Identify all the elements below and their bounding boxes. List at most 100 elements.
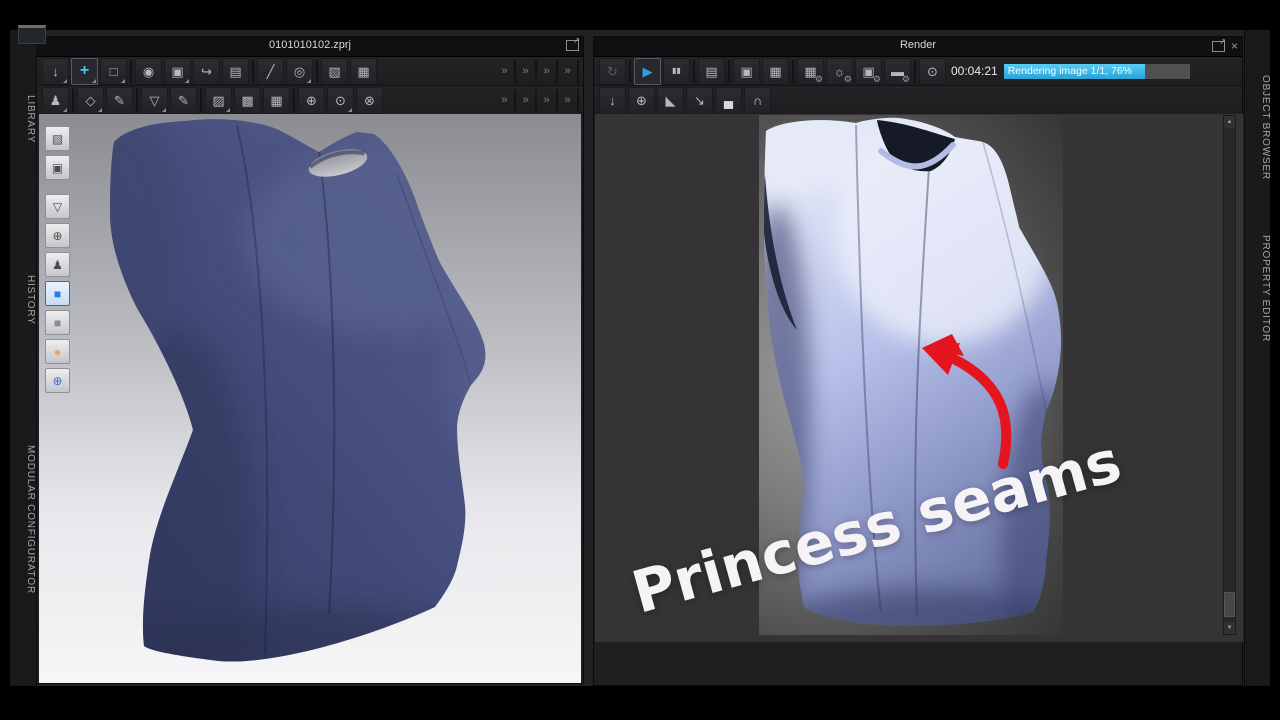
globe-pin-tool[interactable]: ◎ bbox=[286, 57, 313, 85]
sidebar-tab-property-editor[interactable]: PROPERTY EDITOR bbox=[1245, 235, 1271, 342]
toolbar-divider bbox=[693, 59, 695, 83]
avatar-tool[interactable]: ♟ bbox=[42, 86, 69, 114]
toolbar-overflow-chevron[interactable]: » bbox=[516, 59, 537, 83]
button-lock-tool[interactable]: ⊗ bbox=[356, 86, 383, 114]
sidebar-tab-library[interactable]: LIBRARY bbox=[10, 95, 36, 143]
scroll-up-icon[interactable]: ▲ bbox=[1224, 116, 1235, 128]
render-vertical-scrollbar[interactable]: ▲ ▼ bbox=[1223, 115, 1236, 635]
toolbar-divider bbox=[629, 59, 631, 83]
light-rays-button[interactable]: ↘ bbox=[686, 86, 713, 114]
buttonhole-tool[interactable]: ⊙ bbox=[327, 86, 354, 114]
toolbar-overflow-chevron[interactable]: » bbox=[558, 59, 579, 83]
toolbar-overflow-chevron[interactable]: » bbox=[537, 88, 558, 112]
mesh-surface-toggle[interactable]: ■ bbox=[45, 310, 70, 335]
corner-dropdown-marker bbox=[226, 107, 230, 112]
dome-light-button[interactable]: ∩ bbox=[744, 86, 771, 114]
show-garment-toggle[interactable]: ▽ bbox=[45, 194, 70, 219]
attach-pin-tool[interactable]: ▨ bbox=[205, 86, 232, 114]
toolbar-divider bbox=[136, 88, 138, 112]
simulate-tool[interactable]: ↓ bbox=[42, 57, 69, 85]
toolbar-divider bbox=[72, 88, 74, 112]
toolbar-overflow-chevron[interactable]: » bbox=[495, 59, 516, 83]
docked-window-icon[interactable] bbox=[18, 25, 46, 44]
close-icon[interactable]: × bbox=[1231, 40, 1238, 52]
render-pause-button[interactable]: ▮▮ bbox=[663, 57, 690, 85]
corner-dropdown-marker bbox=[63, 107, 67, 112]
pin-tool[interactable]: ◉ bbox=[135, 57, 162, 85]
button-tool[interactable]: ⊕ bbox=[298, 86, 325, 114]
main-toolbar-row2: ♟ ◇ ✎ ▽ ✎ ▨ ▩ ▦ ⊕ ⊙ ⊗»»»» bbox=[37, 86, 583, 115]
select-box-tool[interactable]: □ bbox=[100, 57, 127, 85]
render-time-icon[interactable]: ⊙ bbox=[919, 57, 946, 85]
render-progress-bar: Rendering image 1/1, 76% bbox=[1003, 63, 1190, 79]
cone-light-button[interactable]: ◣ bbox=[657, 86, 684, 114]
popout-icon[interactable]: ↗ bbox=[566, 37, 580, 51]
pattern-grid-tool[interactable]: ▦ bbox=[263, 86, 290, 114]
gear-icon: ⚙ bbox=[814, 73, 823, 84]
render-toolbar-row1: ↻ ▶ ▮▮ ▤ ▣ ▦ ▦ ⚙ ☼ ⚙ ▣ ⚙ ▬ ⚙ ⊙ 00:04:21 Rendering image… bbox=[594, 57, 1242, 86]
render-toolbar-row2: ↓ ⊕ ◣ ↘ ▄ ∩ bbox=[594, 86, 1242, 115]
show-avatar-skin-toggle[interactable]: ● bbox=[45, 339, 70, 364]
corner-dropdown-marker bbox=[121, 78, 125, 83]
letterbox-right bbox=[1270, 0, 1280, 720]
camera-settings-button[interactable]: ▣ ⚙ bbox=[855, 57, 882, 85]
toolbar-overflow-chevron[interactable]: » bbox=[537, 59, 558, 83]
cylinder-object-button[interactable]: ▄ bbox=[715, 86, 742, 114]
garment-select-tool[interactable]: ▽ bbox=[141, 86, 168, 114]
project-window: 0101010102.zprj ↗ ↓ + □ ◉ ▣ ↪ ▤ ╱ ◎ ▧ ▦»»»» ♟ ◇ ✎ ▽ ✎ ▨… bbox=[36, 36, 584, 684]
fabric-pen-tool[interactable]: ✎ bbox=[106, 86, 133, 114]
sidebar-tab-modular-configurator[interactable]: MODULAR CONFIGURATOR bbox=[10, 445, 36, 594]
corner-dropdown-marker bbox=[185, 78, 189, 83]
toolbar-overflow-chevron[interactable]: » bbox=[495, 88, 516, 112]
pin-box-tool[interactable]: ▣ bbox=[164, 57, 191, 85]
project-title: 0101010102.zprj bbox=[269, 39, 351, 51]
toolbar-divider bbox=[293, 88, 295, 112]
garment-pen-tool[interactable]: ✎ bbox=[170, 86, 197, 114]
light-settings-button[interactable]: ☼ ⚙ bbox=[826, 57, 853, 85]
toolbar-divider bbox=[200, 88, 202, 112]
sidebar-tab-object-browser[interactable]: OBJECT BROWSER bbox=[1245, 75, 1271, 180]
sidebar-tab-history[interactable]: HISTORY bbox=[10, 275, 36, 325]
3d-viewport[interactable]: ▧ ▣ ▽ ⊕ ♟ ■ ■ ● ⊕ bbox=[39, 114, 581, 683]
fold-arrangement-tool[interactable]: ↪ bbox=[193, 57, 220, 85]
show-environment-toggle[interactable]: ⊕ bbox=[45, 368, 70, 393]
viewport-toggle-strip: ▧ ▣ ▽ ⊕ ♟ ■ ■ ● ⊕ bbox=[45, 126, 70, 393]
show-2d-pattern-toggle[interactable]: ▣ bbox=[45, 155, 70, 180]
toolbar-divider bbox=[792, 59, 794, 83]
flatten-tool[interactable]: ▧ bbox=[321, 57, 348, 85]
show-avatar-toggle[interactable]: ♟ bbox=[45, 252, 70, 277]
render-start-button[interactable]: ▶ bbox=[634, 57, 661, 85]
image-viewer-button[interactable]: ▦ bbox=[762, 57, 789, 85]
sync-render-button[interactable]: ↻ bbox=[599, 57, 626, 85]
snapshot-button[interactable]: ▣ bbox=[733, 57, 760, 85]
textured-surface-toggle[interactable]: ■ bbox=[45, 281, 70, 306]
toolbar-divider bbox=[316, 59, 318, 83]
gear-icon: ⚙ bbox=[843, 73, 852, 84]
show-pins-toggle[interactable]: ⊕ bbox=[45, 223, 70, 248]
popout-icon[interactable]: ↗ bbox=[1211, 37, 1226, 52]
measure-tool[interactable]: ╱ bbox=[257, 57, 284, 85]
arrangement-tool[interactable]: ▦ bbox=[350, 57, 377, 85]
pattern-dots-tool[interactable]: ▩ bbox=[234, 86, 261, 114]
video-settings-button[interactable]: ▬ ⚙ bbox=[884, 57, 911, 85]
environment-sphere-button[interactable]: ⊕ bbox=[628, 86, 655, 114]
scroll-down-icon[interactable]: ▼ bbox=[1224, 622, 1235, 634]
garment-3d-navy bbox=[110, 119, 486, 662]
render-queue-button[interactable]: ▤ bbox=[698, 57, 725, 85]
sewing-pin-tool[interactable]: ▤ bbox=[222, 57, 249, 85]
show-3d-garment-toggle[interactable]: ▧ bbox=[45, 126, 70, 151]
render-progress-label: Rendering image 1/1, 76% bbox=[1007, 64, 1133, 77]
scrollbar-thumb[interactable] bbox=[1224, 592, 1235, 617]
save-render-button[interactable]: ↓ bbox=[599, 86, 626, 114]
project-window-titlebar: 0101010102.zprj ↗ bbox=[37, 37, 583, 57]
select-move-tool[interactable]: + bbox=[71, 57, 98, 85]
corner-dropdown-marker bbox=[63, 78, 67, 83]
left-dock-rail: LIBRARY HISTORY MODULAR CONFIGURATOR bbox=[10, 30, 37, 686]
corner-dropdown-marker bbox=[307, 78, 311, 83]
toolbar-overflow-chevron[interactable]: » bbox=[516, 88, 537, 112]
fabric-select-tool[interactable]: ◇ bbox=[77, 86, 104, 114]
toolbar-divider bbox=[252, 59, 254, 83]
image-settings-button[interactable]: ▦ ⚙ bbox=[797, 57, 824, 85]
render-window-title: Render bbox=[899, 39, 937, 51]
toolbar-overflow-chevron[interactable]: » bbox=[558, 88, 579, 112]
